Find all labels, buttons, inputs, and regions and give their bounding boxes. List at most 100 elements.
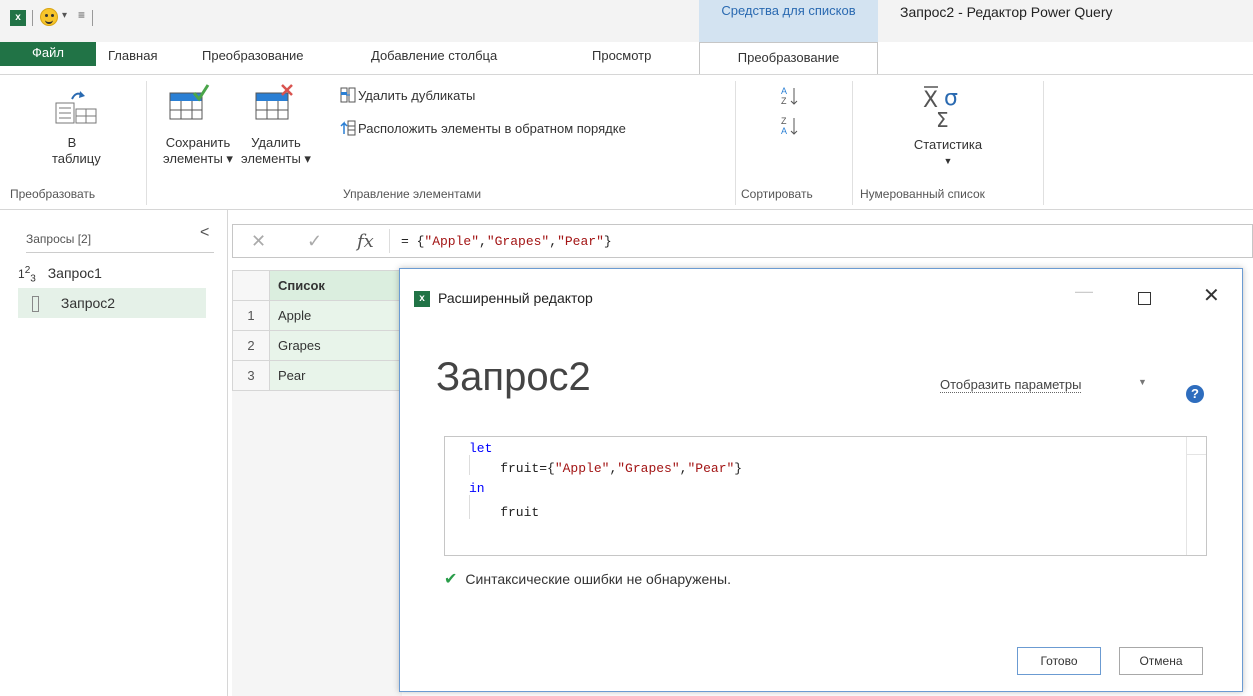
code-string: "Grapes" <box>617 461 680 476</box>
formula-string: "Pear" <box>557 234 604 249</box>
code-string: "Apple" <box>554 461 610 476</box>
code-keyword: let <box>469 441 493 456</box>
query-item-1[interactable]: 123 Запрос1 <box>18 256 102 286</box>
formula-prefix: = { <box>401 234 425 249</box>
group-sort-label: Сортировать <box>741 187 813 201</box>
ribbon: В таблицу Преобразовать Сохранить элемен… <box>0 74 1253 210</box>
done-button[interactable]: Готово <box>1017 647 1101 675</box>
collapse-pane-icon[interactable]: < <box>200 224 209 242</box>
code-keyword: in <box>469 481 485 496</box>
syntax-status: ✔ Синтаксические ошибки не обнаружены. <box>444 569 731 589</box>
qat-separator <box>32 10 33 26</box>
formula-suffix: } <box>603 234 612 249</box>
code-line: fruit <box>469 505 539 520</box>
grid-cell[interactable]: Apple <box>269 300 408 331</box>
qat-separator <box>92 10 93 26</box>
reverse-items-icon <box>340 120 356 136</box>
query-item-2[interactable]: Запрос2 <box>18 288 206 318</box>
code-line: fruit={"Apple","Grapes","Pear"} <box>469 461 743 476</box>
row-number: 1 <box>232 300 270 331</box>
keep-items-button[interactable]: Сохранить элементы ▾ <box>156 135 240 167</box>
group-separator <box>146 81 147 205</box>
code-string: "Pear" <box>687 461 735 476</box>
display-options-dropdown[interactable]: Отобразить параметры <box>940 377 1082 393</box>
close-icon[interactable]: ✕ <box>1203 283 1220 308</box>
code-editor[interactable]: let fruit={"Apple","Grapes","Pear"} in f… <box>444 436 1207 556</box>
svg-text:Z: Z <box>781 96 787 106</box>
svg-text:A: A <box>781 86 787 96</box>
svg-text:Z: Z <box>781 116 787 126</box>
keep-items-icon <box>169 84 210 120</box>
grid-corner[interactable] <box>232 270 270 301</box>
code-line: let <box>469 441 492 456</box>
query-item-label: Запрос2 <box>60 295 116 311</box>
group-separator <box>1043 81 1044 205</box>
qat-customize-icon[interactable]: ≡ <box>78 8 85 22</box>
title-bar: x ▾ ≡ Средства для списков Запрос2 - Ред… <box>0 0 1253 42</box>
queries-header: Запросы [2] <box>26 232 92 246</box>
grid-header-row: Список <box>232 270 408 301</box>
statistics-button[interactable]: Статистика ▼ <box>886 137 1010 169</box>
confirm-formula-icon[interactable]: ✓ <box>307 231 322 252</box>
advanced-editor-dialog: x Расширенный редактор — ✕ Запрос2 Отобр… <box>399 268 1243 692</box>
formula-input[interactable]: = {"Apple","Grapes","Pear"} <box>401 234 612 249</box>
group-separator <box>852 81 853 205</box>
keep-items-label-1: Сохранить <box>165 135 231 150</box>
chevron-down-icon[interactable]: ▼ <box>1138 377 1147 387</box>
queries-pane: Запросы [2] < 123 Запрос1 Запрос2 <box>0 210 228 696</box>
row-number: 2 <box>232 330 270 361</box>
code-text: fruit={ <box>469 461 555 476</box>
ribbon-tabs: Файл Главная Преобразование Добавление с… <box>0 42 1253 74</box>
sort-descending-icon[interactable]: Z A <box>780 115 800 137</box>
group-separator <box>735 81 736 205</box>
minimize-icon[interactable]: — <box>1075 281 1093 302</box>
svg-text:A: A <box>781 126 787 136</box>
group-numbered-list-label: Нумерованный список <box>860 187 985 201</box>
to-table-button[interactable]: В таблицу <box>52 135 101 167</box>
statistics-label: Статистика <box>913 137 983 152</box>
editor-scrollbar-top <box>1186 437 1206 455</box>
group-convert-label: Преобразовать <box>10 187 96 201</box>
dialog-title: Расширенный редактор <box>438 290 593 306</box>
table-row: 2 Grapes <box>232 330 408 361</box>
sort-ascending-icon[interactable]: A Z <box>780 85 800 107</box>
formula-string: "Grapes" <box>486 234 550 249</box>
query-item-label: Запрос1 <box>47 265 102 281</box>
excel-logo-icon: x <box>10 10 26 26</box>
remove-duplicates-icon <box>340 87 356 103</box>
to-table-label-1: В <box>67 135 77 150</box>
cancel-formula-icon[interactable]: ✕ <box>251 231 266 252</box>
remove-items-icon <box>255 84 293 120</box>
tab-file[interactable]: Файл <box>0 42 96 66</box>
row-number: 3 <box>232 360 270 391</box>
statistics-icon: X σ Σ <box>923 86 958 129</box>
remove-items-label-2: элементы ▾ <box>241 151 311 166</box>
reverse-items-button[interactable]: Расположить элементы в обратном порядке <box>358 121 626 136</box>
to-table-icon <box>55 91 97 124</box>
smiley-dropdown-icon[interactable]: ▾ <box>62 10 67 21</box>
formula-bar: ✕ ✓ fx = {"Apple","Grapes","Pear"} <box>232 224 1253 258</box>
code-text: fruit <box>469 505 540 520</box>
window-title: Запрос2 - Редактор Power Query <box>900 4 1113 20</box>
grid-cell[interactable]: Pear <box>269 360 408 391</box>
column-header[interactable]: Список <box>269 270 408 301</box>
query-heading: Запрос2 <box>436 355 591 399</box>
excel-logo-icon: x <box>414 291 430 307</box>
cancel-button[interactable]: Отмена <box>1119 647 1203 675</box>
formula-bar-separator <box>389 229 390 253</box>
to-table-label-2: таблицу <box>52 151 101 166</box>
data-grid: Список 1 Apple 2 Grapes 3 Pear <box>232 270 408 391</box>
grid-cell[interactable]: Grapes <box>269 330 408 361</box>
maximize-icon[interactable] <box>1138 292 1151 305</box>
fx-icon[interactable]: fx <box>357 231 374 252</box>
list-type-icon <box>32 296 39 313</box>
help-icon[interactable]: ? <box>1186 385 1204 403</box>
remove-duplicates-button[interactable]: Удалить дубликаты <box>358 88 475 103</box>
remove-items-button[interactable]: Удалить элементы ▾ <box>240 135 312 167</box>
checkmark-icon: ✔ <box>444 571 458 588</box>
queries-header-divider <box>26 252 214 253</box>
group-manage-items-label: Управление элементами <box>343 187 482 201</box>
table-row: 3 Pear <box>232 360 408 391</box>
tab-list-transform[interactable]: Преобразование <box>699 42 878 74</box>
feedback-smiley-icon[interactable] <box>40 8 58 26</box>
